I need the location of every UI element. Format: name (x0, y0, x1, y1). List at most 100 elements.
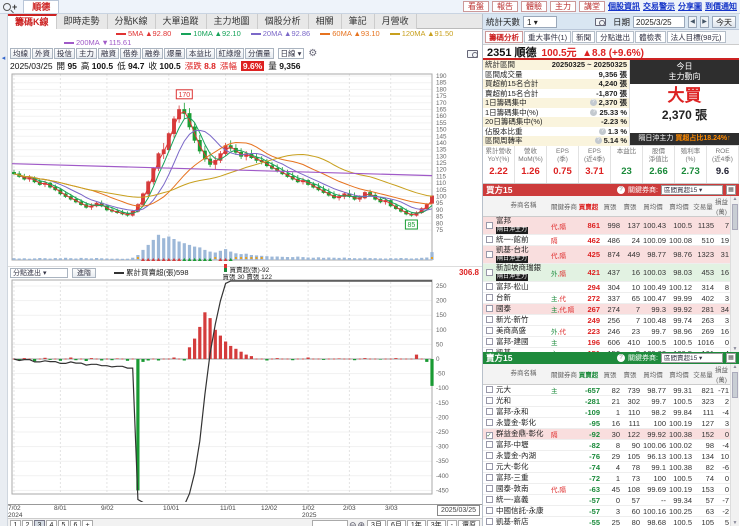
panel-tab-1[interactable]: 重大事件(1) (524, 31, 572, 43)
broker-row[interactable]: 凱基-台北 隔日沖主力 代,隔 425 874 449 98.77 98.76 1323 31 (483, 246, 731, 264)
broker-row[interactable]: 永豐金-彰化 -95 16 111 100 100.19 127 3 (483, 418, 731, 429)
help-icon[interactable]: ? (589, 99, 597, 107)
row-checkbox[interactable] (485, 496, 493, 503)
table-scrollbar[interactable]: ▲ ▼ (730, 196, 739, 352)
buy-filter-select[interactable]: 區間買超15 ▾ (661, 185, 723, 195)
chart-toggle-分價量[interactable]: 分價量 (245, 48, 274, 59)
chart-toggle-融資[interactable]: 融資 (98, 48, 119, 59)
stock-search-button[interactable]: + (3, 2, 17, 12)
row-checkbox[interactable] (485, 463, 493, 470)
panel-tab-3[interactable]: 分點進出 (596, 31, 635, 43)
row-checkbox[interactable] (485, 507, 493, 514)
row-checkbox[interactable] (485, 316, 493, 323)
chart-toggle-本益比[interactable]: 本益比 (186, 48, 215, 59)
tab-4[interactable]: 主力地圖 (206, 14, 258, 29)
broker-row[interactable]: 國泰 主,代,隔 267 274 7 99.3 99.92 281 34 (483, 304, 731, 315)
topbar-button[interactable]: 主力 (550, 1, 576, 12)
tab-8[interactable]: 月營收 (374, 14, 417, 29)
page-button-6[interactable]: 6 (70, 520, 81, 526)
topbar-link[interactable]: 分享圖 (678, 1, 702, 12)
page-button-1[interactable]: 1 (10, 520, 21, 526)
chart-toggle-主力[interactable]: 主力 (76, 48, 97, 59)
broker-row[interactable]: 中國信託-永康 -57 3 60 100.16 100.25 63 -2 (483, 506, 731, 517)
panel-tab-2[interactable]: 新聞 (572, 31, 596, 43)
page-button-4[interactable]: 4 (46, 520, 57, 526)
broker-row[interactable]: 國泰-敦南 代,隔 -63 45 108 99.69 100.19 153 0 (483, 484, 731, 495)
tab-5[interactable]: 個股分析 (257, 14, 309, 29)
period-button-6月[interactable]: 6月 (386, 520, 406, 526)
help-icon[interactable]: ? (590, 108, 598, 116)
row-checkbox[interactable]: ✓ (485, 432, 493, 439)
row-checkbox[interactable] (485, 452, 493, 459)
broker-row[interactable]: 元大 主 -657 82 739 98.77 99.31 821 -71 (483, 385, 731, 396)
broker-row[interactable]: 光和 -281 21 302 99.7 100.5 323 2 (483, 396, 731, 407)
page-button-+[interactable]: + (82, 520, 93, 526)
today-button[interactable]: 今天 (712, 15, 736, 28)
help-icon[interactable]: ? (617, 186, 626, 194)
page-button-3[interactable]: 3 (34, 520, 45, 526)
row-checkbox[interactable] (485, 408, 493, 415)
topbar-link[interactable]: 交易警示 (643, 1, 675, 12)
export-icon[interactable]: ▦ (726, 185, 736, 195)
tab-1[interactable]: 即時走勢 (56, 14, 108, 29)
broker-row[interactable]: 富邦-三重 -72 1 73 100 100.5 74 0 (483, 473, 731, 484)
topbar-link[interactable]: 到價通知 (705, 1, 737, 12)
row-checkbox[interactable] (485, 294, 493, 301)
broker-row[interactable]: 凱基-新店 -55 25 80 98.68 100.5 105 5 (483, 517, 731, 526)
broker-row[interactable]: ✓ 群益金鼎-彰化隔 -92 30 122 99.92 100.38 152 0 (483, 429, 731, 440)
tab-7[interactable]: 筆記 (341, 14, 375, 29)
row-checkbox[interactable] (485, 419, 493, 426)
row-checkbox[interactable] (485, 386, 493, 393)
stat-days-select[interactable]: 1 ▾ (523, 15, 558, 28)
row-checkbox[interactable] (485, 221, 493, 229)
panel-tab-5[interactable]: 法人目標(98元) (666, 31, 726, 43)
row-checkbox[interactable] (485, 397, 493, 404)
broker-row[interactable]: 美商高盛 外,代 223 246 23 99.7 98.96 269 16 (483, 326, 731, 337)
date-input[interactable]: 2025/3/25 (633, 15, 685, 28)
page-button-2[interactable]: 2 (22, 520, 33, 526)
period-button-還原[interactable]: 還原 (458, 520, 480, 526)
panel-collapse-strip[interactable]: ◂ (0, 14, 8, 526)
topbar-button[interactable]: 報告 (492, 1, 518, 12)
settings-gear-icon[interactable]: ⚙ (308, 48, 317, 59)
chart-toggle-借券[interactable]: 借券 (120, 48, 141, 59)
zoom-in-icon[interactable]: ⊕ (357, 520, 365, 526)
broker-row[interactable]: 元大-彰化 -74 4 78 99.1 100.38 82 -6 (483, 462, 731, 473)
period-button-3月[interactable]: 3月 (367, 520, 386, 526)
chart-toggle-融券[interactable]: 融券 (142, 48, 163, 59)
stock-tab[interactable]: 順德 (23, 0, 60, 13)
panel-tab-0[interactable]: 籌碼分析 (485, 31, 523, 43)
row-checkbox[interactable] (485, 485, 493, 492)
row-checkbox[interactable] (485, 327, 493, 334)
broker-row[interactable]: 台新 主,代 272 337 65 100.47 99.99 402 3 (483, 293, 731, 304)
tab-0[interactable]: 籌碼K線 (8, 14, 57, 29)
row-checkbox[interactable] (485, 283, 493, 290)
row-checkbox[interactable] (485, 338, 493, 345)
next-day-button[interactable]: ▶ (700, 15, 709, 28)
tab-3[interactable]: 大單追蹤 (155, 14, 207, 29)
page-button-5[interactable]: 5 (58, 520, 69, 526)
snapshot-icon[interactable] (594, 17, 606, 26)
period-select[interactable]: 日線 ▾ (277, 48, 305, 59)
tab-2[interactable]: 分點K線 (107, 14, 156, 29)
prev-day-button[interactable]: ◀ (688, 15, 697, 28)
row-checkbox[interactable] (485, 305, 493, 312)
chart-toggle-均線[interactable]: 均線 (10, 48, 31, 59)
screenshot-icon[interactable] (467, 49, 478, 58)
topbar-button[interactable]: 體驗 (521, 1, 547, 12)
chart-toggle-爆量[interactable]: 爆量 (164, 48, 185, 59)
row-checkbox[interactable] (485, 518, 493, 525)
table-scrollbar[interactable]: ▲ ▼ (730, 364, 739, 526)
row-checkbox[interactable] (485, 474, 493, 481)
broker-row[interactable]: 統一-嘉義 -57 0 57 -- 99.34 57 -7 (483, 495, 731, 506)
broker-row[interactable]: 富邦-永和 -109 1 110 98.2 99.84 111 -4 (483, 407, 731, 418)
broker-row[interactable]: 永豐金-內湖 -76 29 105 96.13 100.13 134 10 (483, 451, 731, 462)
help-icon[interactable]: ? (594, 137, 602, 145)
chart-toggle-外資[interactable]: 外資 (32, 48, 53, 59)
broker-row[interactable]: 富邦-松山 294 304 10 100.49 100.12 314 8 (483, 282, 731, 293)
broker-row[interactable]: 凱基主 1511565100.22100.51614 (483, 348, 731, 352)
broker-row[interactable]: 富邦-建國 主 196 606 410 100.5 100.5 1016 0 (483, 337, 731, 348)
broker-row[interactable]: 富邦-中壢 -82 8 90 100.06 100.02 98 -4 (483, 440, 731, 451)
help-icon[interactable]: ? (598, 127, 606, 135)
tab-6[interactable]: 相關 (308, 14, 342, 29)
